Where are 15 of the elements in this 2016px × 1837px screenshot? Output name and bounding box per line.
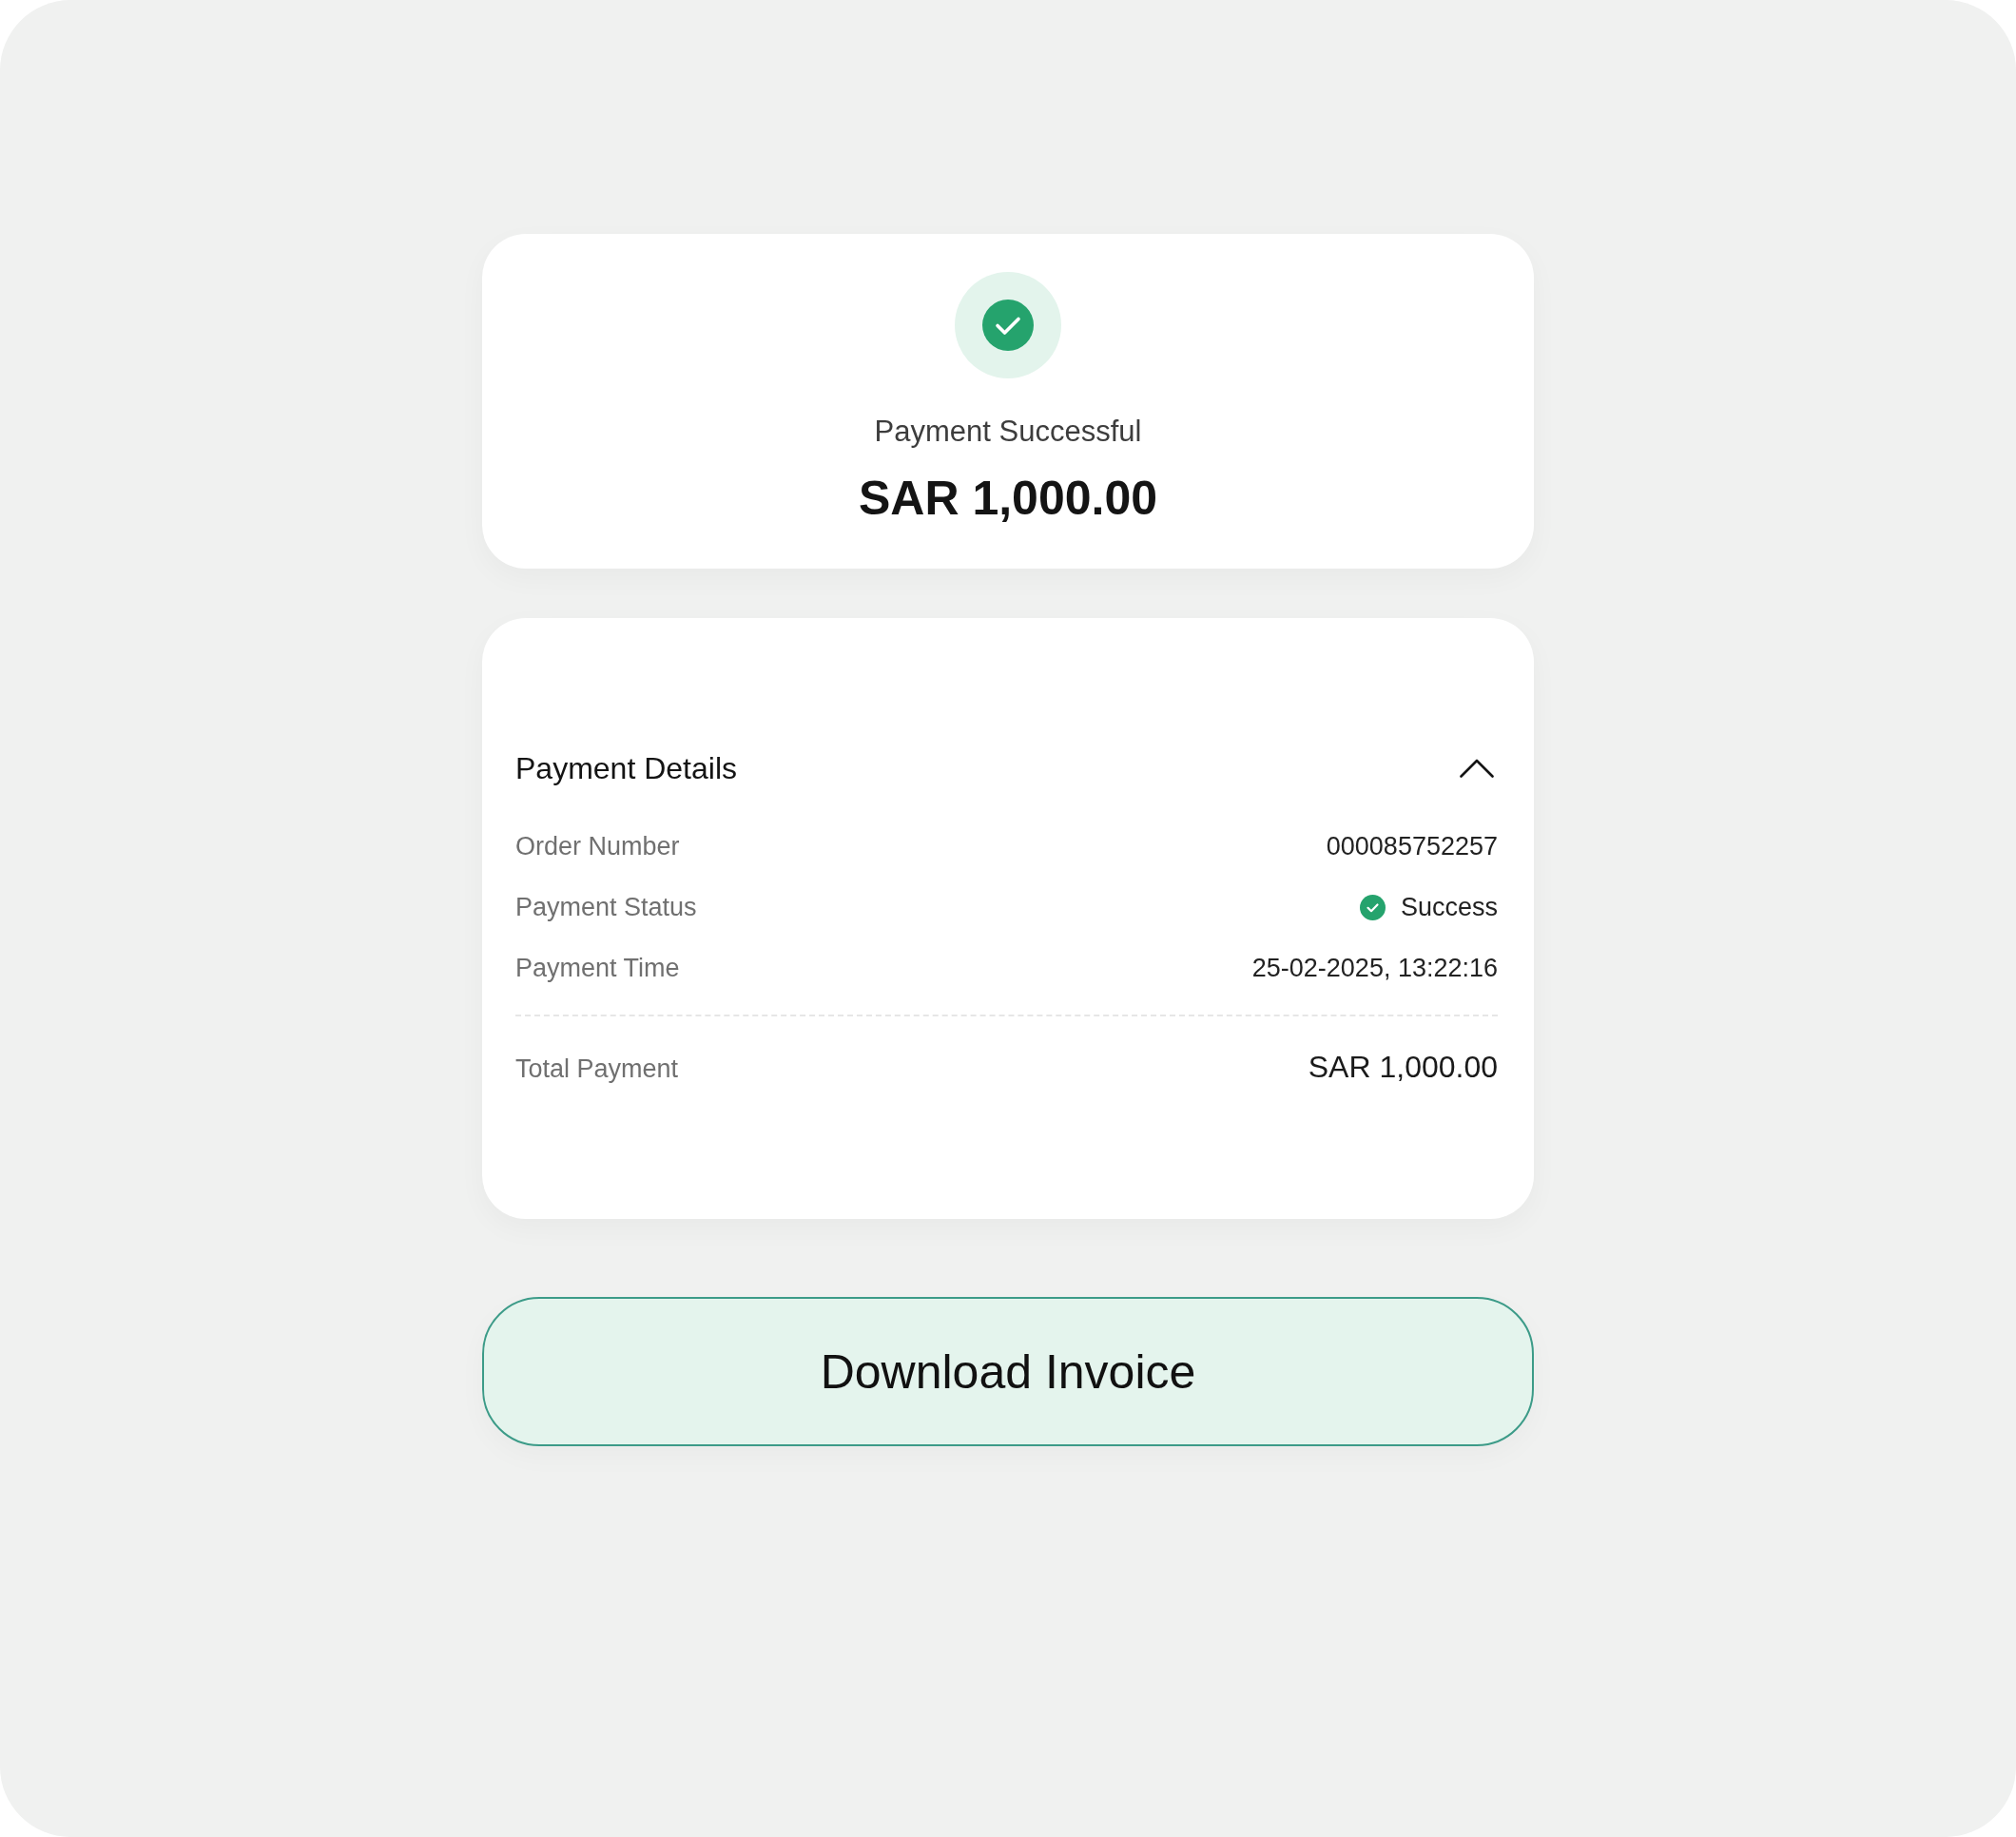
detail-label: Payment Time	[515, 953, 680, 984]
detail-label: Order Number	[515, 831, 680, 862]
total-label: Total Payment	[515, 1054, 679, 1085]
detail-label: Payment Status	[515, 892, 697, 923]
section-title: Payment Details	[515, 750, 737, 787]
detail-value: 000085752257	[1326, 831, 1498, 862]
success-check-icon	[955, 272, 1061, 378]
total-value: SAR 1,000.00	[1308, 1049, 1498, 1086]
amount-text: SAR 1,000.00	[858, 471, 1158, 527]
check-circle-icon	[1359, 894, 1386, 920]
status-title: Payment Successful	[874, 414, 1142, 450]
download-invoice-button[interactable]: Download Invoice	[482, 1297, 1534, 1446]
detail-value: Success	[1400, 892, 1498, 923]
detail-value: 25-02-2025, 13:22:16	[1251, 953, 1498, 984]
chevron-up-icon[interactable]	[1460, 759, 1494, 778]
